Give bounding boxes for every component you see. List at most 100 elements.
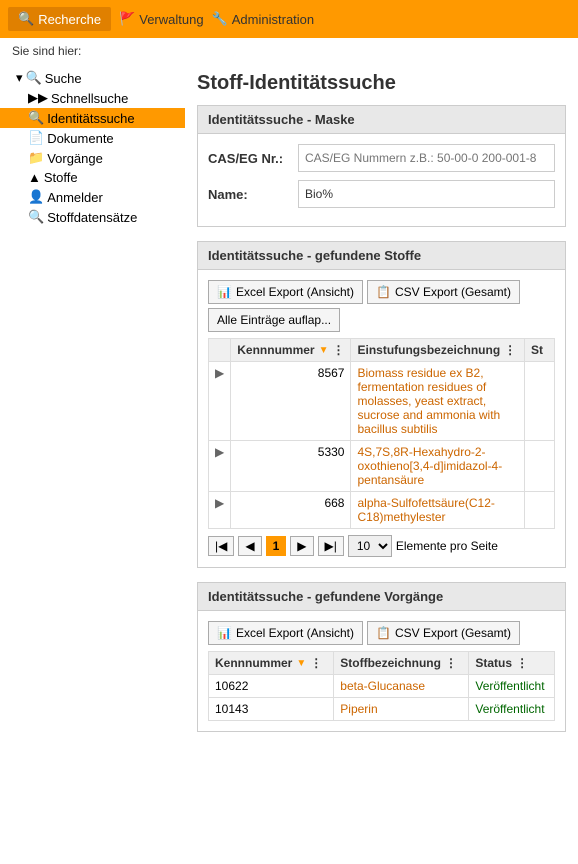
csv-export-label: CSV Export (Gesamt) bbox=[395, 285, 511, 299]
data-icon: 🔍 bbox=[28, 209, 44, 225]
breadcrumb: Sie sind hier: bbox=[0, 38, 578, 64]
col-kennnummer-header[interactable]: Kennnummer ▼ ⋮ bbox=[231, 339, 351, 362]
einstufung-link[interactable]: Biomass residue ex B2, fermentation resi… bbox=[357, 366, 500, 436]
einstufung-text: alpha-Sulfofettsäure(C12-C18)methylester bbox=[357, 496, 494, 524]
alle-eintraege-button[interactable]: Alle Einträge auflap... bbox=[208, 308, 340, 332]
menu-icon[interactable]: ⋮ bbox=[310, 656, 322, 670]
stoffe-results-body: 📊 Excel Export (Ansicht) 📋 CSV Export (G… bbox=[198, 270, 565, 567]
sidebar-stoffdatensaetze-label: Stoffdatensätze bbox=[47, 210, 137, 225]
einstufung-text: 4S,7S,8R-Hexahydro-2-oxothieno[3,4-d]imi… bbox=[357, 445, 502, 487]
vorgaenge-header-row: Kennnummer ▼ ⋮ Stoffbezeichnung ⋮ bbox=[209, 652, 555, 675]
administration-label: Administration bbox=[232, 12, 314, 27]
vorgaenge-toolbar: 📊 Excel Export (Ansicht) 📋 CSV Export (G… bbox=[208, 621, 555, 645]
verwaltung-link[interactable]: 🚩 Verwaltung bbox=[119, 11, 204, 27]
stoffe-table: Kennnummer ▼ ⋮ Einstufungsbezeichnung ⋮ bbox=[208, 338, 555, 529]
first-page-button[interactable]: |◀ bbox=[208, 536, 234, 556]
breadcrumb-text: Sie sind hier: bbox=[12, 44, 81, 58]
kennnummer-value: 10622 bbox=[215, 679, 248, 693]
recherche-button[interactable]: 🔍 Recherche bbox=[8, 7, 111, 31]
stoffbezeichnung-cell: beta-Glucanase bbox=[334, 675, 469, 698]
search-icon: 🔍 bbox=[28, 110, 44, 126]
status-value: Veröffentlicht bbox=[475, 702, 544, 716]
col-einstufung-header[interactable]: Einstufungsbezeichnung ⋮ bbox=[351, 339, 525, 362]
menu-icon[interactable]: ⋮ bbox=[445, 656, 457, 670]
sidebar-suche-label: Suche bbox=[45, 71, 82, 86]
vorgaenge-table: Kennnummer ▼ ⋮ Stoffbezeichnung ⋮ bbox=[208, 651, 555, 721]
stoff-link[interactable]: beta-Glucanase bbox=[340, 679, 425, 693]
sidebar-item-identitaetssuche[interactable]: 🔍 Identitätssuche bbox=[0, 108, 185, 128]
stoff-name: beta-Glucanase bbox=[340, 679, 425, 693]
current-page: 1 bbox=[273, 539, 280, 553]
stoff-name: Piperin bbox=[340, 702, 377, 716]
einstufung-link[interactable]: 4S,7S,8R-Hexahydro-2-oxothieno[3,4-d]imi… bbox=[357, 445, 502, 487]
name-input[interactable] bbox=[298, 180, 555, 208]
verwaltung-label: Verwaltung bbox=[139, 12, 203, 27]
table-row: ▶ 8567 Biomass residue ex B2, fermentati… bbox=[209, 362, 555, 441]
vorgaenge-excel-button[interactable]: 📊 Excel Export (Ansicht) bbox=[208, 621, 363, 645]
kennnummer-value: 10143 bbox=[215, 702, 248, 716]
person-icon: 👤 bbox=[28, 189, 44, 205]
stoffbezeichnung-cell: Piperin bbox=[334, 698, 469, 721]
sidebar: ▾ 🔍 Suche ▶▶ Schnellsuche 🔍 Identitätssu… bbox=[0, 64, 185, 864]
status-label: St bbox=[531, 343, 543, 357]
sidebar-item-schnellsuche[interactable]: ▶▶ Schnellsuche bbox=[0, 88, 185, 108]
status-cell: Veröffentlicht bbox=[469, 698, 555, 721]
per-page-select[interactable]: 10 25 50 bbox=[348, 535, 392, 557]
einstufung-cell: alpha-Sulfofettsäure(C12-C18)methylester bbox=[351, 492, 525, 529]
sidebar-item-suche[interactable]: ▾ 🔍 Suche bbox=[0, 68, 185, 88]
einstufung-text: Biomass residue ex B2, fermentation resi… bbox=[357, 366, 500, 436]
next-page-button[interactable]: ▶ bbox=[290, 536, 313, 556]
status-cell bbox=[525, 441, 555, 492]
kennnummer-label: Kennnummer bbox=[237, 343, 314, 357]
page-title: Stoff-Identitätssuche bbox=[197, 72, 566, 95]
sidebar-item-vorgaenge[interactable]: 📁 Vorgänge bbox=[0, 148, 185, 168]
document-icon: 📄 bbox=[28, 130, 44, 146]
alle-eintraege-label: Alle Einträge auflap... bbox=[217, 313, 331, 327]
col-status-header[interactable]: Status ⋮ bbox=[469, 652, 555, 675]
vorgaenge-results-panel: Identitätssuche - gefundene Vorgänge 📊 E… bbox=[197, 582, 566, 732]
kennnummer-cell: 8567 bbox=[231, 362, 351, 441]
administration-link[interactable]: 🔧 Administration bbox=[212, 11, 315, 27]
stoffe-icon: ▲ bbox=[28, 170, 41, 185]
stoff-link[interactable]: Piperin bbox=[340, 702, 377, 716]
sidebar-item-anmelder[interactable]: 👤 Anmelder bbox=[0, 187, 185, 207]
einstufung-link[interactable]: alpha-Sulfofettsäure(C12-C18)methylester bbox=[357, 496, 494, 524]
excel-icon: 📊 bbox=[217, 285, 232, 299]
status-value: Veröffentlicht bbox=[475, 679, 544, 693]
expand-cell[interactable]: ▶ bbox=[209, 362, 231, 441]
cas-input[interactable] bbox=[298, 144, 555, 172]
menu-icon[interactable]: ⋮ bbox=[332, 343, 344, 357]
expand-cell[interactable]: ▶ bbox=[209, 441, 231, 492]
status-cell: Veröffentlicht bbox=[469, 675, 555, 698]
recherche-label: Recherche bbox=[38, 12, 101, 27]
csv-export-button[interactable]: 📋 CSV Export (Gesamt) bbox=[367, 280, 520, 304]
sidebar-identitaetssuche-label: Identitätssuche bbox=[47, 111, 134, 126]
recherche-icon: 🔍 bbox=[18, 11, 34, 27]
sidebar-schnellsuche-label: Schnellsuche bbox=[51, 91, 128, 106]
search-mask-panel: Identitätssuche - Maske CAS/EG Nr.: Name… bbox=[197, 105, 566, 227]
vorgaenge-excel-label: Excel Export (Ansicht) bbox=[236, 626, 354, 640]
excel-export-label: Excel Export (Ansicht) bbox=[236, 285, 354, 299]
page-1-button[interactable]: 1 bbox=[266, 536, 287, 556]
einstufung-cell: Biomass residue ex B2, fermentation resi… bbox=[351, 362, 525, 441]
table-row: ▶ 668 alpha-Sulfofettsäure(C12-C18)methy… bbox=[209, 492, 555, 529]
kennnummer-cell: 10143 bbox=[209, 698, 334, 721]
sidebar-item-stoffe[interactable]: ▲ Stoffe bbox=[0, 168, 185, 187]
col-stoffbezeichnung-header[interactable]: Stoffbezeichnung ⋮ bbox=[334, 652, 469, 675]
vorgaenge-csv-button[interactable]: 📋 CSV Export (Gesamt) bbox=[367, 621, 520, 645]
einstufung-menu-icon[interactable]: ⋮ bbox=[504, 343, 516, 357]
kennnummer-value: 5330 bbox=[318, 445, 345, 459]
tree-expand-icon: ▾ bbox=[16, 70, 23, 86]
sidebar-item-stoffdatensaetze[interactable]: 🔍 Stoffdatensätze bbox=[0, 207, 185, 227]
prev-page-button[interactable]: ◀ bbox=[238, 536, 261, 556]
col-kennnummer-header[interactable]: Kennnummer ▼ ⋮ bbox=[209, 652, 334, 675]
main-layout: ▾ 🔍 Suche ▶▶ Schnellsuche 🔍 Identitätssu… bbox=[0, 64, 578, 864]
expand-cell[interactable]: ▶ bbox=[209, 492, 231, 529]
last-page-button[interactable]: ▶| bbox=[318, 536, 344, 556]
kennnummer-cell: 5330 bbox=[231, 441, 351, 492]
excel-export-button[interactable]: 📊 Excel Export (Ansicht) bbox=[208, 280, 363, 304]
stoffe-table-header-row: Kennnummer ▼ ⋮ Einstufungsbezeichnung ⋮ bbox=[209, 339, 555, 362]
menu-icon[interactable]: ⋮ bbox=[516, 656, 528, 670]
sidebar-item-dokumente[interactable]: 📄 Dokumente bbox=[0, 128, 185, 148]
sort-icon: ▼ bbox=[319, 345, 329, 356]
